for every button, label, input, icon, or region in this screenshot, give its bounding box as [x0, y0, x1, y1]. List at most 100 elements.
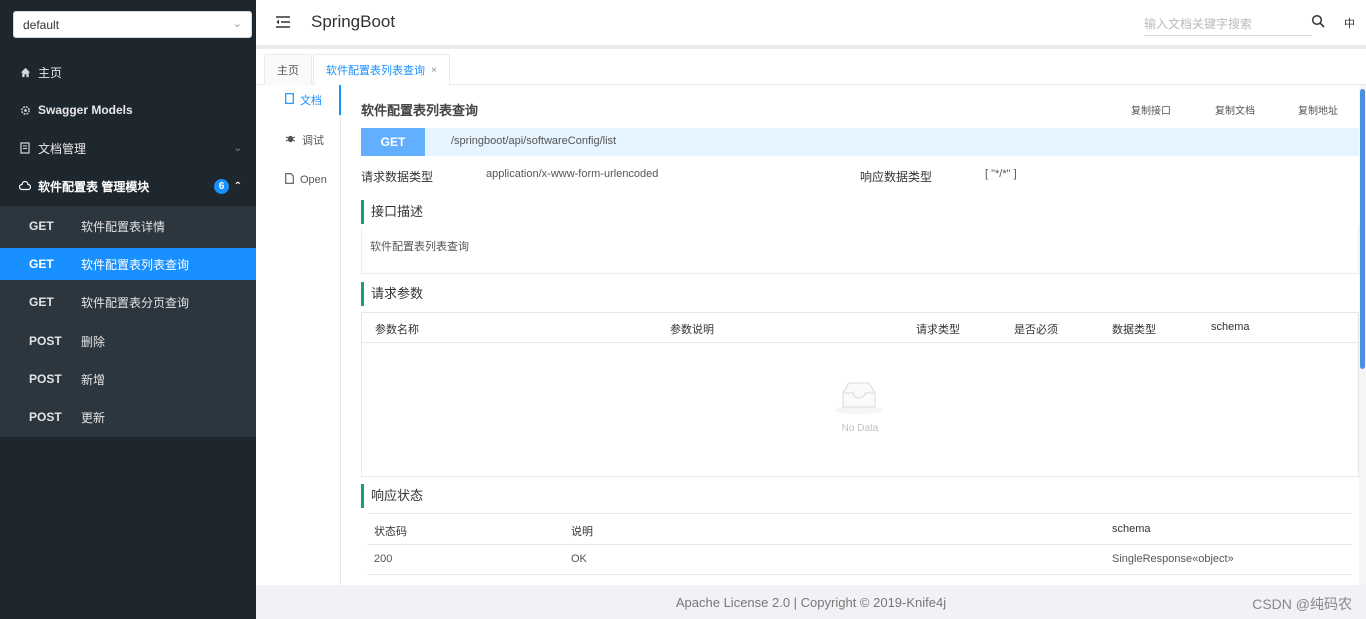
request-type-label: 请求数据类型	[361, 170, 434, 184]
description-text: 软件配置表列表查询	[370, 241, 469, 253]
params-table: 参数名称 参数说明 请求类型 是否必须 数据类型 schema No Data	[361, 312, 1359, 477]
column-header: schema	[1211, 321, 1250, 333]
top-header: SpringBoot 输入文档关键字搜索 中	[256, 0, 1366, 46]
copy-api-button[interactable]: 复制接口	[1131, 102, 1171, 117]
home-icon	[19, 66, 31, 78]
api-item[interactable]: POST 新增	[0, 363, 256, 395]
table-header: 状态码 说明 schema	[367, 514, 1352, 545]
api-item[interactable]: GET 软件配置表分页查询	[0, 286, 256, 318]
tab-label: Open	[300, 174, 327, 186]
sidebar-item-label: 主页	[38, 65, 63, 80]
sidebar-item-swagger-models[interactable]: Swagger Models	[0, 91, 256, 129]
tab-open[interactable]: Open	[256, 165, 341, 195]
footer: Apache License 2.0 | Copyright © 2019-Kn…	[256, 585, 1366, 619]
api-item[interactable]: POST 更新	[0, 401, 256, 433]
doc-tabs: 文档 调试 Open	[256, 85, 341, 585]
table-header: 参数名称 参数说明 请求类型 是否必须 数据类型 schema	[362, 313, 1358, 343]
tab-label: 文档	[300, 95, 322, 107]
method-label: GET	[29, 219, 54, 233]
footer-text: Apache License 2.0 | Copyright © 2019-Kn…	[675, 595, 947, 610]
close-icon[interactable]: ×	[431, 65, 437, 76]
empty-text: No Data	[841, 423, 879, 434]
tab-home[interactable]: 主页	[264, 54, 312, 85]
sidebar-item-docs[interactable]: 文档管理 ⌄	[0, 129, 256, 167]
sidebar-item-module[interactable]: 软件配置表 管理模块 6 ⌃	[0, 167, 256, 205]
column-header: 参数说明	[670, 324, 714, 336]
gear-icon	[19, 104, 31, 116]
method-label: POST	[29, 410, 62, 424]
count-badge: 6	[214, 179, 229, 194]
tab-label: 主页	[277, 65, 299, 77]
response-type-label: 响应数据类型	[860, 170, 933, 184]
description-box: 软件配置表列表查询	[361, 226, 1359, 274]
column-header: 说明	[571, 526, 593, 538]
chevron-down-icon: ⌄	[233, 142, 242, 154]
response-schema[interactable]: SingleResponse«object»	[1112, 553, 1234, 565]
method-badge: GET	[361, 128, 425, 156]
document-icon	[285, 93, 294, 107]
api-item-active[interactable]: GET 软件配置表列表查询	[0, 248, 256, 280]
status-description: OK	[571, 553, 587, 565]
column-header: schema	[1112, 523, 1151, 535]
method-label: POST	[29, 334, 62, 348]
bug-icon	[285, 133, 296, 147]
group-select[interactable]: default ⌄	[13, 11, 252, 38]
section-description-heading: 接口描述	[361, 200, 423, 224]
api-title: 软件配置表列表查询	[361, 103, 479, 118]
api-title: 删除	[81, 334, 106, 349]
tab-label: 调试	[302, 135, 324, 147]
sidebar-item-label: 文档管理	[38, 141, 87, 156]
api-title: 软件配置表分页查询	[81, 295, 190, 310]
sidebar-item-label: Swagger Models	[38, 103, 133, 117]
api-title: 软件配置表详情	[81, 219, 166, 234]
table-row: 200 OK SingleResponse«object»	[367, 544, 1352, 575]
column-header: 数据类型	[1112, 324, 1156, 336]
scrollbar[interactable]	[1359, 85, 1366, 585]
api-title: 新增	[81, 372, 106, 387]
tab-api-list[interactable]: 软件配置表列表查询 ×	[313, 54, 450, 85]
responses-table: 状态码 说明 schema 200 OK SingleResponse«obje…	[367, 513, 1352, 585]
document-icon	[19, 142, 31, 154]
section-params-heading: 请求参数	[361, 282, 423, 306]
method-label: GET	[29, 295, 54, 309]
scrollbar-thumb[interactable]	[1360, 89, 1365, 369]
api-title: 更新	[81, 410, 106, 425]
api-item[interactable]: POST 删除	[0, 325, 256, 357]
sidebar-item-label: 软件配置表 管理模块	[38, 179, 150, 194]
column-header: 请求类型	[916, 324, 960, 336]
file-icon	[285, 173, 294, 187]
sidebar-item-home[interactable]: 主页	[0, 53, 256, 91]
request-type-value: application/x-www-form-urlencoded	[486, 168, 659, 180]
status-code: 200	[374, 553, 393, 565]
watermark: CSDN @纯码农	[1252, 596, 1352, 612]
section-responses-heading: 响应状态	[361, 484, 423, 508]
method-label: POST	[29, 372, 62, 386]
tabs-bar: 主页 软件配置表列表查询 ×	[256, 49, 1366, 85]
cloud-icon	[19, 180, 31, 192]
copy-doc-button[interactable]: 复制文档	[1215, 102, 1255, 117]
tab-debug[interactable]: 调试	[256, 125, 341, 155]
api-title: 软件配置表列表查询	[81, 257, 190, 272]
response-type-value: [ "*/*" ]	[985, 168, 1017, 180]
search-icon[interactable]	[1311, 14, 1325, 28]
main-content: 软件配置表列表查询 复制接口 复制文档 复制地址 GET /springboot…	[341, 85, 1366, 585]
column-header: 状态码	[374, 526, 407, 538]
group-select-value: default	[23, 18, 60, 32]
chevron-up-icon: ⌃	[233, 180, 242, 192]
copy-url-button[interactable]: 复制地址	[1298, 102, 1338, 117]
api-item[interactable]: GET 软件配置表详情	[0, 210, 256, 242]
menu-fold-icon[interactable]	[275, 14, 291, 30]
empty-inbox-icon	[833, 379, 885, 415]
tab-doc[interactable]: 文档	[256, 85, 341, 115]
url-bar: GET /springboot/api/softwareConfig/list	[361, 128, 1361, 156]
column-header: 是否必须	[1014, 324, 1058, 336]
method-label: GET	[29, 257, 54, 271]
column-header: 参数名称	[375, 324, 419, 336]
api-path: /springboot/api/softwareConfig/list	[451, 135, 617, 147]
app-title: SpringBoot	[311, 12, 396, 31]
search-input[interactable]: 输入文档关键字搜索	[1144, 12, 1312, 36]
sidebar: default ⌄ 主页 Swagger Models 文档管理 ⌄ 软件配置表…	[0, 0, 256, 619]
submenu: GET 软件配置表详情 GET 软件配置表列表查询 GET 软件配置表分页查询 …	[0, 206, 256, 437]
chevron-down-icon: ⌄	[232, 18, 242, 30]
language-toggle[interactable]: 中	[1344, 15, 1355, 31]
